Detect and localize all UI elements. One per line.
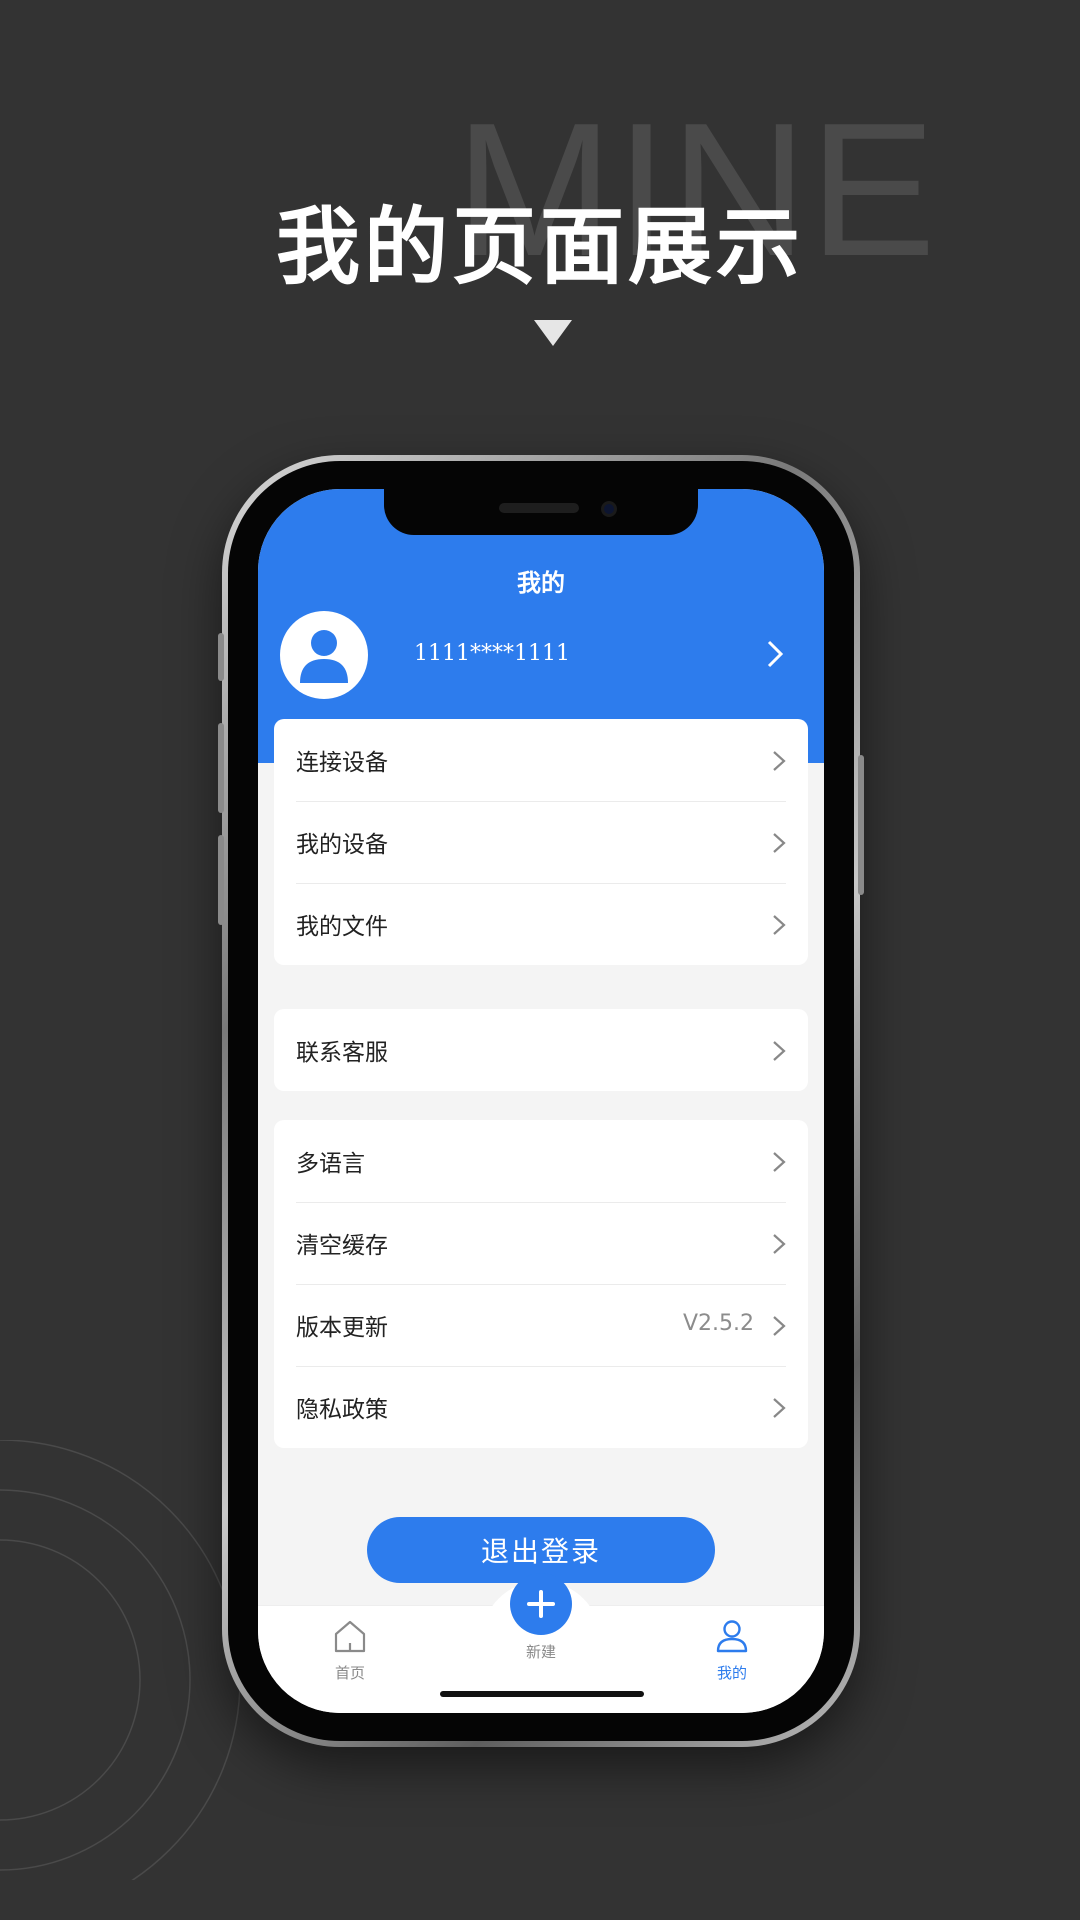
chevron-right-icon [773,751,786,771]
volume-up-button [218,723,224,813]
phone-frame: 我的 1111****1111 连接设备 我的设备 我的文件 联系客服 多语言 … [218,455,864,1747]
menu-card-devices: 连接设备 我的设备 我的文件 [274,719,808,965]
chevron-right-icon [773,915,786,935]
menu-item-label: 我的文件 [296,914,388,940]
menu-item-connect-device[interactable]: 连接设备 [274,719,808,801]
new-button-label: 新建 [525,1643,556,1661]
menu-item-label: 版本更新 [296,1315,388,1341]
tab-mine[interactable]: 我的 [672,1618,792,1683]
person-icon [716,1620,748,1653]
screen-title: 我的 [517,569,565,597]
notch [384,489,698,535]
home-indicator [440,1691,644,1697]
menu-item-label: 联系客服 [296,1040,388,1066]
promo-title: 我的页面展示 [275,198,804,296]
volume-down-button [218,835,224,925]
triangle-down-icon [534,320,572,346]
profile-phone-number[interactable]: 1111****1111 [414,641,570,666]
tab-home[interactable]: 首页 [290,1618,410,1683]
chevron-right-icon [773,1041,786,1061]
power-button [858,755,864,895]
menu-item-language[interactable]: 多语言 [274,1120,808,1202]
chevron-right-icon [773,1398,786,1418]
menu-item-label: 多语言 [296,1151,365,1177]
plus-icon [527,1590,555,1618]
avatar[interactable] [280,611,368,699]
mute-switch [218,633,224,681]
menu-item-label: 我的设备 [296,832,388,858]
user-avatar-icon [300,630,348,683]
menu-card-support: 联系客服 [274,1009,808,1091]
menu-item-label: 连接设备 [296,750,388,776]
menu-item-customer-service[interactable]: 联系客服 [274,1009,808,1091]
menu-item-clear-cache[interactable]: 清空缓存 [274,1202,808,1284]
tab-label: 我的 [716,1664,747,1682]
menu-item-label: 隐私政策 [296,1397,388,1423]
chevron-right-icon[interactable] [766,639,784,669]
chevron-right-icon [773,1234,786,1254]
front-camera [601,501,617,517]
version-value: V2.5.2 [682,1311,754,1336]
chevron-right-icon [773,1316,786,1336]
menu-item-my-devices[interactable]: 我的设备 [274,801,808,883]
menu-card-settings: 多语言 清空缓存 版本更新 V2.5.2 隐私政策 [274,1120,808,1448]
menu-item-label: 清空缓存 [296,1233,388,1259]
menu-item-my-files[interactable]: 我的文件 [274,883,808,965]
chevron-right-icon [773,1152,786,1172]
decorative-arcs [0,1440,241,1880]
chevron-right-icon [773,833,786,853]
menu-item-version-update[interactable]: 版本更新 V2.5.2 [274,1284,808,1366]
menu-item-privacy-policy[interactable]: 隐私政策 [274,1366,808,1448]
new-button[interactable] [510,1573,572,1635]
home-icon [334,1620,366,1653]
tab-label: 首页 [334,1664,365,1682]
speaker [499,503,579,513]
phone-screen: 我的 1111****1111 连接设备 我的设备 我的文件 联系客服 多语言 … [258,489,824,1713]
